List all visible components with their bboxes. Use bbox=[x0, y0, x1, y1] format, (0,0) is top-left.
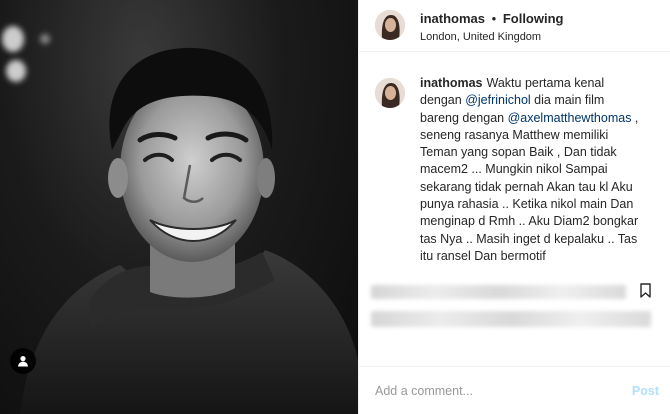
avatar-image bbox=[375, 78, 405, 108]
avatar[interactable] bbox=[375, 10, 405, 40]
blurred-content bbox=[371, 311, 651, 327]
add-comment-bar: Post bbox=[359, 367, 670, 414]
post-location[interactable]: London, United Kingdom bbox=[420, 30, 563, 44]
portrait-image bbox=[20, 47, 358, 414]
mention-link[interactable]: @axelmatthewthomas bbox=[508, 111, 632, 125]
user-tag-icon bbox=[18, 356, 28, 367]
user-tag-button[interactable] bbox=[10, 348, 36, 374]
post-header: inathomas • Following London, United Kin… bbox=[359, 0, 670, 52]
caption-username[interactable]: inathomas bbox=[420, 76, 483, 90]
blurred-content bbox=[371, 285, 626, 299]
mention-link[interactable]: @jefrinichol bbox=[465, 93, 531, 107]
post-button[interactable]: Post bbox=[632, 384, 659, 398]
bookmark-icon[interactable] bbox=[640, 283, 651, 298]
following-button[interactable]: Following bbox=[503, 11, 564, 26]
caption-avatar[interactable] bbox=[375, 78, 405, 108]
comment-input[interactable] bbox=[375, 383, 632, 398]
header-text: inathomas • Following London, United Kin… bbox=[420, 11, 563, 44]
post-photo[interactable] bbox=[0, 0, 358, 414]
blurred-actions-area bbox=[371, 279, 661, 335]
post-username[interactable]: inathomas bbox=[420, 11, 485, 26]
avatar-image bbox=[375, 10, 405, 40]
post-caption: inathomas Waktu pertama kenal dengan @jef… bbox=[420, 75, 646, 266]
comments-area[interactable]: inathomas Waktu pertama kenal dengan @jef… bbox=[359, 72, 670, 266]
separator-dot: • bbox=[491, 11, 497, 26]
caption-text: , seneng rasanya Matthew memiliki Teman … bbox=[420, 110, 639, 263]
post-sidebar: inathomas • Following London, United Kin… bbox=[358, 0, 670, 414]
